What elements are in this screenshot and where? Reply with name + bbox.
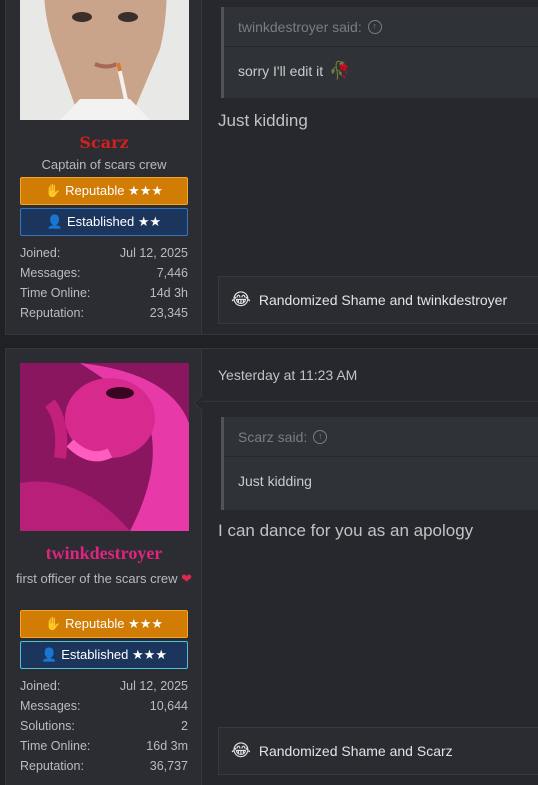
handshake-icon: ✋ [44,183,62,198]
stat-solutions: Solutions: 2 [20,719,188,733]
username[interactable]: twinkdestroyer [6,543,202,564]
avatar[interactable] [20,363,189,531]
stat-reputation: Reputation: 36,737 [20,759,188,773]
user-title: first officer of the scars crew ❤ [15,571,193,586]
user-info-panel: Scarz Captain of scars crew ✋ Reputable … [6,0,202,334]
stat-reputation: Reputation: 23,345 [20,306,188,320]
quote-block: twinkdestroyer said: ↑ sorry I'll edit i… [221,7,538,98]
reputable-badge: ✋ Reputable ★★★ [20,610,188,638]
avatar[interactable] [20,0,189,120]
post-timestamp[interactable]: Yesterday at 11:23 AM [218,367,357,383]
message-body: twinkdestroyer said: ↑ sorry I'll edit i… [203,0,538,334]
reactions-bar[interactable]: 😂 Randomized Shame and twinkdestroyer [218,276,538,324]
reactions-list[interactable]: Randomized Shame and twinkdestroyer [259,292,507,308]
quote-author[interactable]: twinkdestroyer said: ↑ [224,7,538,47]
arrow-up-circle-icon[interactable]: ↑ [367,19,382,34]
arrow-up-circle-icon[interactable]: ↑ [313,429,328,444]
quote-text: Just kidding [238,472,312,489]
heart-icon: ❤ [181,571,193,586]
user-stats: Joined: Jul 12, 2025 Messages: 7,446 Time … [20,243,188,323]
stat-messages: Messages: 10,644 [20,699,188,713]
user-stats: Joined: Jul 12, 2025 Messages: 10,644 Solu… [20,676,188,776]
username[interactable]: Scarz [6,133,202,152]
user-title: Captain of scars crew [41,157,167,172]
quote-author[interactable]: Scarz said: ↑ [224,417,538,457]
handshake-icon: ✋ [44,616,62,631]
post: Scarz Captain of scars crew ✋ Reputable … [5,0,538,335]
message-body: Yesterday at 11:23 AM Scarz said: ↑ Just… [203,349,538,785]
quote-block: Scarz said: ↑ Just kidding [221,417,538,510]
established-badge: 👤 Established ★★ [20,208,188,236]
message-text: I can dance for you as an apology [218,521,474,540]
stat-messages: Messages: 7,446 [20,266,188,280]
reactions-bar[interactable]: 😂 Randomized Shame and Scarz [218,727,538,775]
stat-time-online: Time Online: 14d 3h [20,286,188,300]
message-text: Just kidding [218,111,308,130]
established-badge: 👤 Established ★★★ [20,641,188,669]
user-icon: 👤 [41,647,58,662]
divider [203,401,538,402]
laughing-emoji-icon: 😂 [231,290,251,309]
quote-text: sorry I'll edit it 🥀 [238,60,351,80]
user-icon: 👤 [46,214,64,229]
reputable-badge: ✋ Reputable ★★★ [20,177,188,205]
stat-time-online: Time Online: 16d 3m [20,739,188,753]
rose-icon: 🥀 [329,60,351,80]
reactions-list[interactable]: Randomized Shame and Scarz [259,743,453,759]
laughing-emoji-icon: 😂 [231,741,251,760]
user-info-panel: twinkdestroyer first officer of the scar… [6,349,202,785]
stat-joined: Joined: Jul 12, 2025 [20,246,188,260]
stat-joined: Joined: Jul 12, 2025 [20,679,188,693]
post: twinkdestroyer first officer of the scar… [5,348,538,785]
